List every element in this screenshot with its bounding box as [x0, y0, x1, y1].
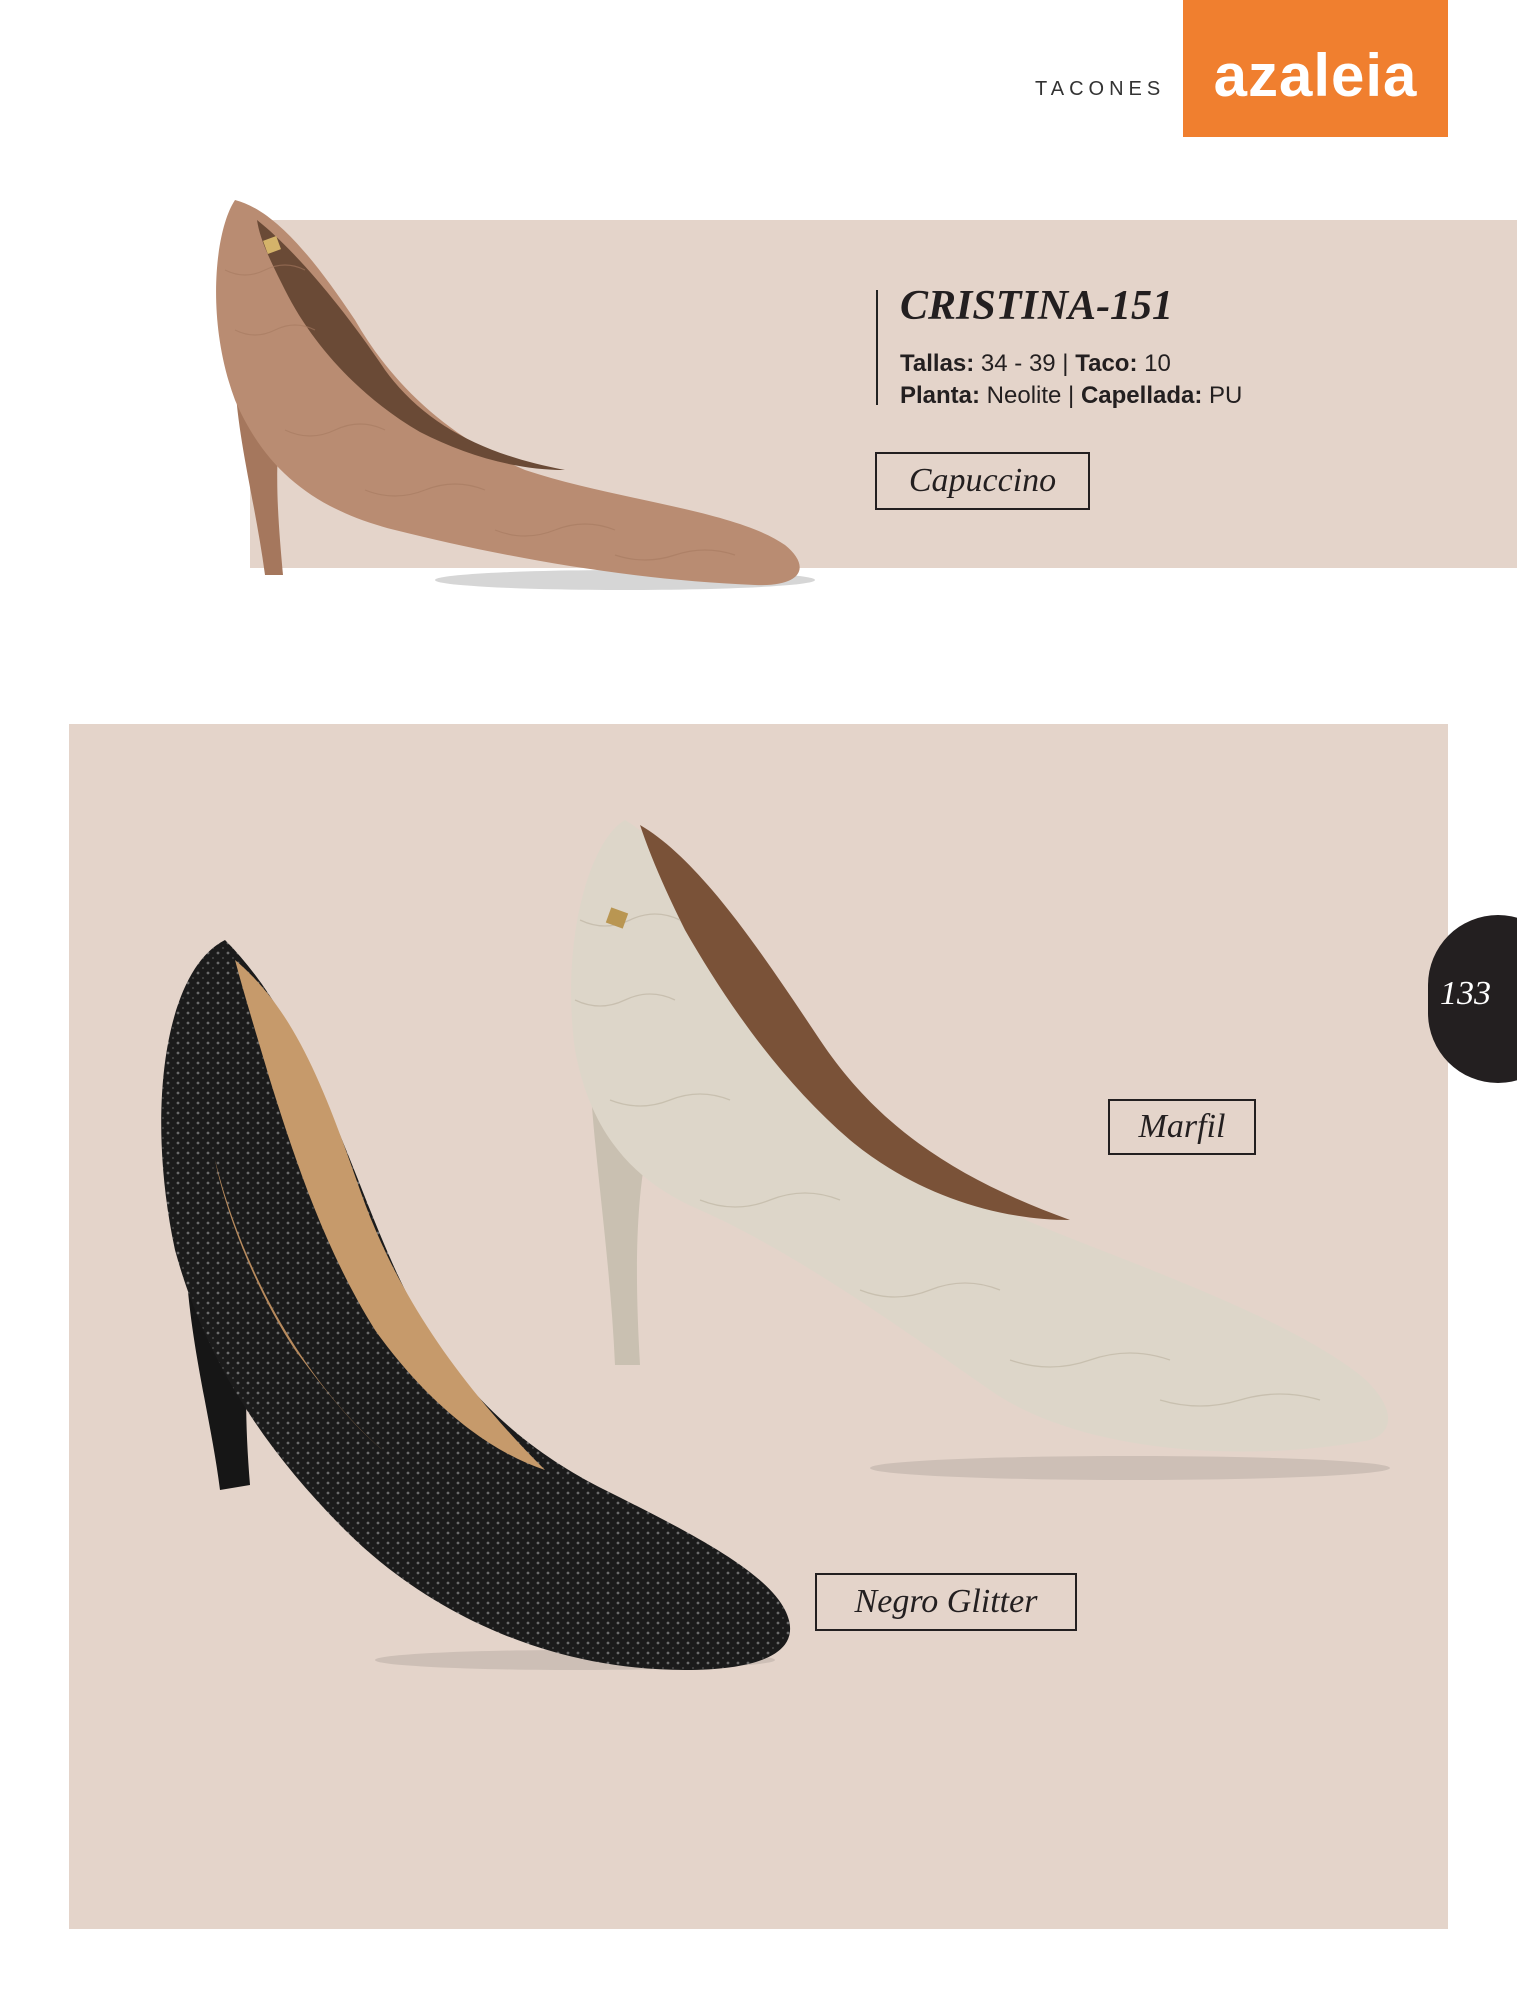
brand-logo: azaleia: [1183, 0, 1448, 137]
info-accent-bar: [876, 290, 878, 405]
page-number: 133: [1440, 975, 1491, 1012]
taco-value: 10: [1137, 350, 1171, 377]
tallas-label: Tallas:: [900, 350, 975, 377]
taco-label: Taco:: [1075, 350, 1138, 377]
capellada-value: PU: [1202, 382, 1243, 409]
spec-separator: |: [1061, 382, 1081, 409]
planta-value: Neolite: [980, 382, 1062, 409]
brand-logo-text: azaleia: [1213, 42, 1418, 109]
model-name: CRISTINA-151: [900, 283, 1174, 329]
color-tag-negro-glitter: Negro Glitter: [815, 1573, 1077, 1631]
spec-sizes-heel: Tallas: 34 - 39 | Taco: 10: [900, 350, 1171, 378]
planta-label: Planta:: [900, 382, 981, 409]
capuccino-shoe-image: [216, 200, 815, 590]
spec-separator: |: [1055, 350, 1076, 377]
section-label: TACONES: [1035, 78, 1166, 100]
color-tag-marfil: Marfil: [1108, 1099, 1256, 1155]
negro-glitter-shoe-image: [161, 940, 791, 1670]
color-tag-capuccino: Capuccino: [875, 452, 1090, 510]
capellada-label: Capellada:: [1080, 382, 1203, 409]
tallas-value: 34 - 39: [974, 350, 1056, 377]
spec-materials: Planta: Neolite | Capellada: PU: [900, 382, 1242, 410]
